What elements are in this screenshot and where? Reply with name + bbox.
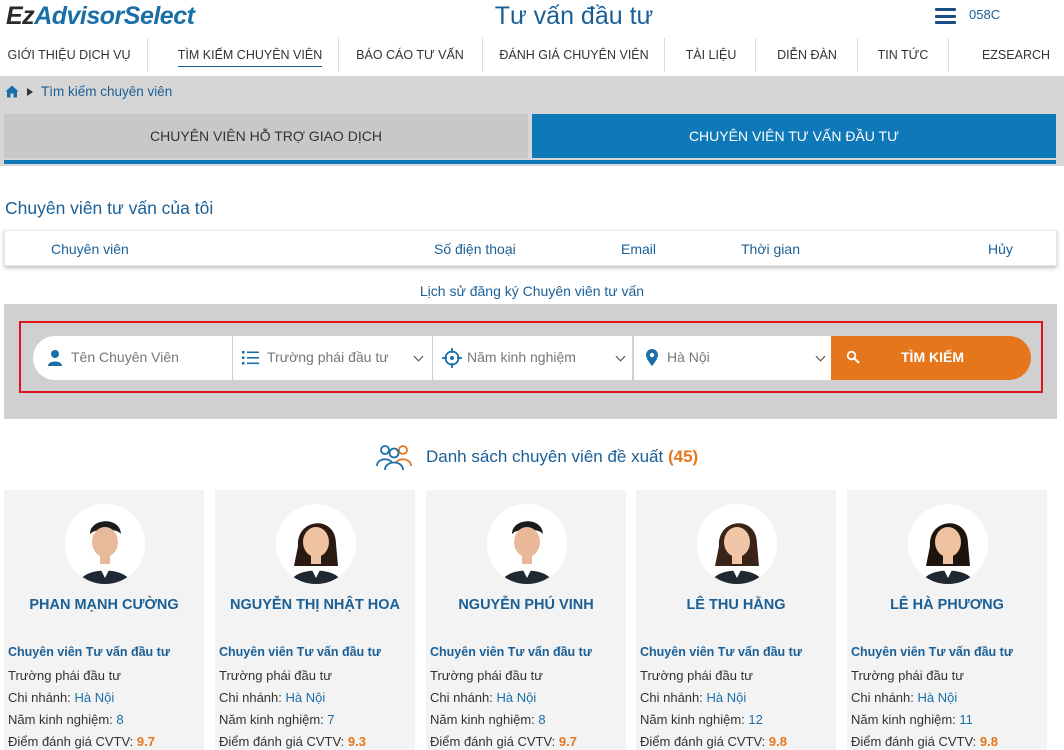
advisor-name[interactable]: NGUYỄN PHÚ VINH — [426, 597, 626, 613]
breadcrumb: Tìm kiếm chuyên viên — [0, 76, 1064, 108]
investment-style-value: Trường phái đầu tư — [267, 349, 389, 365]
page-title: Tư vấn đầu tư — [494, 2, 654, 30]
advisor-branch: Chi nhánh: Hà Nội — [640, 690, 747, 705]
nav-bao-cao[interactable]: BÁO CÁO TƯ VẤN — [346, 38, 474, 72]
nav-danh-gia[interactable]: ĐÁNH GIÁ CHUYÊN VIÊN — [495, 38, 653, 72]
nav-tin-tuc[interactable]: TIN TỨC — [866, 38, 940, 72]
advisor-name[interactable]: LÊ HÀ PHƯƠNG — [847, 597, 1047, 613]
search-form: Tên Chuyên Viên Trường phái đầu tư Năm k… — [19, 321, 1043, 393]
advisor-name-placeholder: Tên Chuyên Viên — [71, 349, 179, 365]
advisor-style: Trường phái đầu tư — [8, 668, 121, 683]
nav-gioi-thieu[interactable]: GIỚI THIỆU DỊCH VỤ — [0, 38, 138, 72]
advisor-name[interactable]: LÊ THU HẰNG — [636, 597, 836, 613]
advisor-experience: Năm kinh nghiệm: 8 — [430, 712, 546, 727]
advisor-score: Điểm đánh giá CVTV: 9.7 — [430, 734, 577, 749]
advisor-name[interactable]: NGUYỄN THỊ NHẬT HOA — [215, 597, 415, 613]
header: EzAdvisorSelect Tư vấn đầu tư 058C — [0, 0, 1064, 36]
advisor-branch: Chi nhánh: Hà Nội — [430, 690, 537, 705]
breadcrumb-current[interactable]: Tìm kiếm chuyên viên — [41, 84, 172, 99]
advisor-card[interactable]: LÊ THU HẰNG Chuyên viên Tư vấn đầu tư Tr… — [636, 490, 836, 750]
advisor-style: Trường phái đầu tư — [640, 668, 753, 683]
advisor-experience: Năm kinh nghiệm: 11 — [851, 712, 973, 727]
location-value: Hà Nội — [667, 349, 710, 365]
user-icon — [48, 350, 62, 366]
suggestions-count: (45) — [667, 447, 699, 466]
suggestions-title: Danh sách chuyên viên đề xuất (45) — [426, 447, 699, 466]
search-button-label: TÌM KIẾM — [901, 349, 964, 365]
hamburger-menu-icon[interactable] — [935, 8, 956, 24]
location-select[interactable]: Hà Nội — [634, 336, 831, 380]
nav-dien-dan[interactable]: DIỄN ĐÀN — [766, 38, 848, 72]
advisor-avatar — [908, 504, 988, 584]
nav-ezsearch[interactable]: EZSEARCH — [974, 38, 1058, 72]
advisor-experience: Năm kinh nghiệm: 8 — [8, 712, 124, 727]
advisor-experience: Năm kinh nghiệm: 12 — [640, 712, 763, 727]
experience-select[interactable]: Năm kinh nghiệm — [433, 336, 633, 380]
breadcrumb-arrow-icon — [27, 88, 33, 96]
advisor-score: Điểm đánh giá CVTV: 9.7 — [8, 734, 155, 749]
advisor-role: Chuyên viên Tư vấn đầu tư — [430, 645, 592, 659]
advisor-score: Điểm đánh giá CVTV: 9.3 — [219, 734, 366, 749]
search-area: Tên Chuyên Viên Trường phái đầu tư Năm k… — [4, 304, 1057, 419]
advisor-avatar — [276, 504, 356, 584]
advisor-avatar — [487, 504, 567, 584]
advisor-card[interactable]: LÊ HÀ PHƯƠNG Chuyên viên Tư vấn đầu tư T… — [847, 490, 1047, 750]
advisor-role: Chuyên viên Tư vấn đầu tư — [219, 645, 381, 659]
map-pin-icon — [646, 349, 658, 366]
investment-style-select[interactable]: Trường phái đầu tư — [233, 336, 433, 380]
chevron-down-icon — [413, 351, 424, 362]
advisor-branch: Chi nhánh: Hà Nội — [219, 690, 326, 705]
chevron-down-icon — [615, 351, 626, 362]
history-link[interactable]: Lịch sử đăng ký Chuyên viên tư vấn — [0, 283, 1064, 299]
advisor-style: Trường phái đầu tư — [219, 668, 332, 683]
advisor-role: Chuyên viên Tư vấn đầu tư — [851, 645, 1013, 659]
advisor-name[interactable]: PHAN MẠNH CƯỜNG — [4, 597, 204, 613]
search-button[interactable]: TÌM KIẾM — [831, 336, 1031, 380]
main-nav: GIỚI THIỆU DỊCH VỤ TÌM KIẾM CHUYÊN VIÊN … — [0, 38, 1064, 72]
advisor-role: Chuyên viên Tư vấn đầu tư — [8, 645, 170, 659]
advisor-score: Điểm đánh giá CVTV: 9.8 — [851, 734, 998, 749]
col-chuyen-vien: Chuyên viên — [51, 241, 129, 257]
search-icon — [846, 350, 860, 364]
my-advisors-title: Chuyên viên tư vấn của tôi — [5, 198, 214, 218]
col-thoi-gian: Thời gian — [741, 241, 800, 257]
advisor-card[interactable]: NGUYỄN THỊ NHẬT HOA Chuyên viên Tư vấn đ… — [215, 490, 415, 750]
my-advisors-table: Chuyên viên Số điện thoại Email Thời gia… — [4, 230, 1057, 266]
advisor-score: Điểm đánh giá CVTV: 9.8 — [640, 734, 787, 749]
advisor-style: Trường phái đầu tư — [851, 668, 964, 683]
advisor-branch: Chi nhánh: Hà Nội — [8, 690, 115, 705]
advisor-style: Trường phái đầu tư — [430, 668, 543, 683]
users-group-icon — [376, 445, 412, 470]
advisor-branch: Chi nhánh: Hà Nội — [851, 690, 958, 705]
active-tab-bar — [4, 160, 1056, 164]
account-id[interactable]: 058C — [969, 7, 1000, 22]
col-huy: Hủy — [988, 241, 1013, 257]
advisor-card[interactable]: PHAN MẠNH CƯỜNG Chuyên viên Tư vấn đầu t… — [4, 490, 204, 750]
advisor-experience: Năm kinh nghiệm: 7 — [219, 712, 335, 727]
crosshair-icon — [442, 348, 462, 368]
col-email: Email — [621, 241, 657, 257]
tabs: CHUYÊN VIÊN HỖ TRỢ GIAO DỊCH CHUYÊN VIÊN… — [0, 108, 1064, 166]
nav-tai-lieu[interactable]: TÀI LIỆU — [676, 38, 746, 72]
nav-tim-kiem-chuyen-vien[interactable]: TÌM KIẾM CHUYÊN VIÊN — [166, 38, 334, 72]
home-icon[interactable] — [5, 85, 19, 98]
advisor-role: Chuyên viên Tư vấn đầu tư — [640, 645, 802, 659]
advisor-avatar — [65, 504, 145, 584]
tab-chuyen-vien-tu-van-dau-tu[interactable]: CHUYÊN VIÊN TƯ VẤN ĐẦU TƯ — [532, 114, 1056, 158]
experience-value: Năm kinh nghiệm — [467, 349, 576, 365]
chevron-down-icon — [815, 351, 826, 362]
advisor-avatar — [697, 504, 777, 584]
tab-chuyen-vien-ho-tro-giao-dich[interactable]: CHUYÊN VIÊN HỖ TRỢ GIAO DỊCH — [4, 114, 528, 158]
list-icon — [242, 351, 259, 365]
advisor-card[interactable]: NGUYỄN PHÚ VINH Chuyên viên Tư vấn đầu t… — [426, 490, 626, 750]
advisor-name-input[interactable]: Tên Chuyên Viên — [33, 336, 233, 380]
col-so-dien-thoai: Số điện thoại — [434, 241, 516, 257]
